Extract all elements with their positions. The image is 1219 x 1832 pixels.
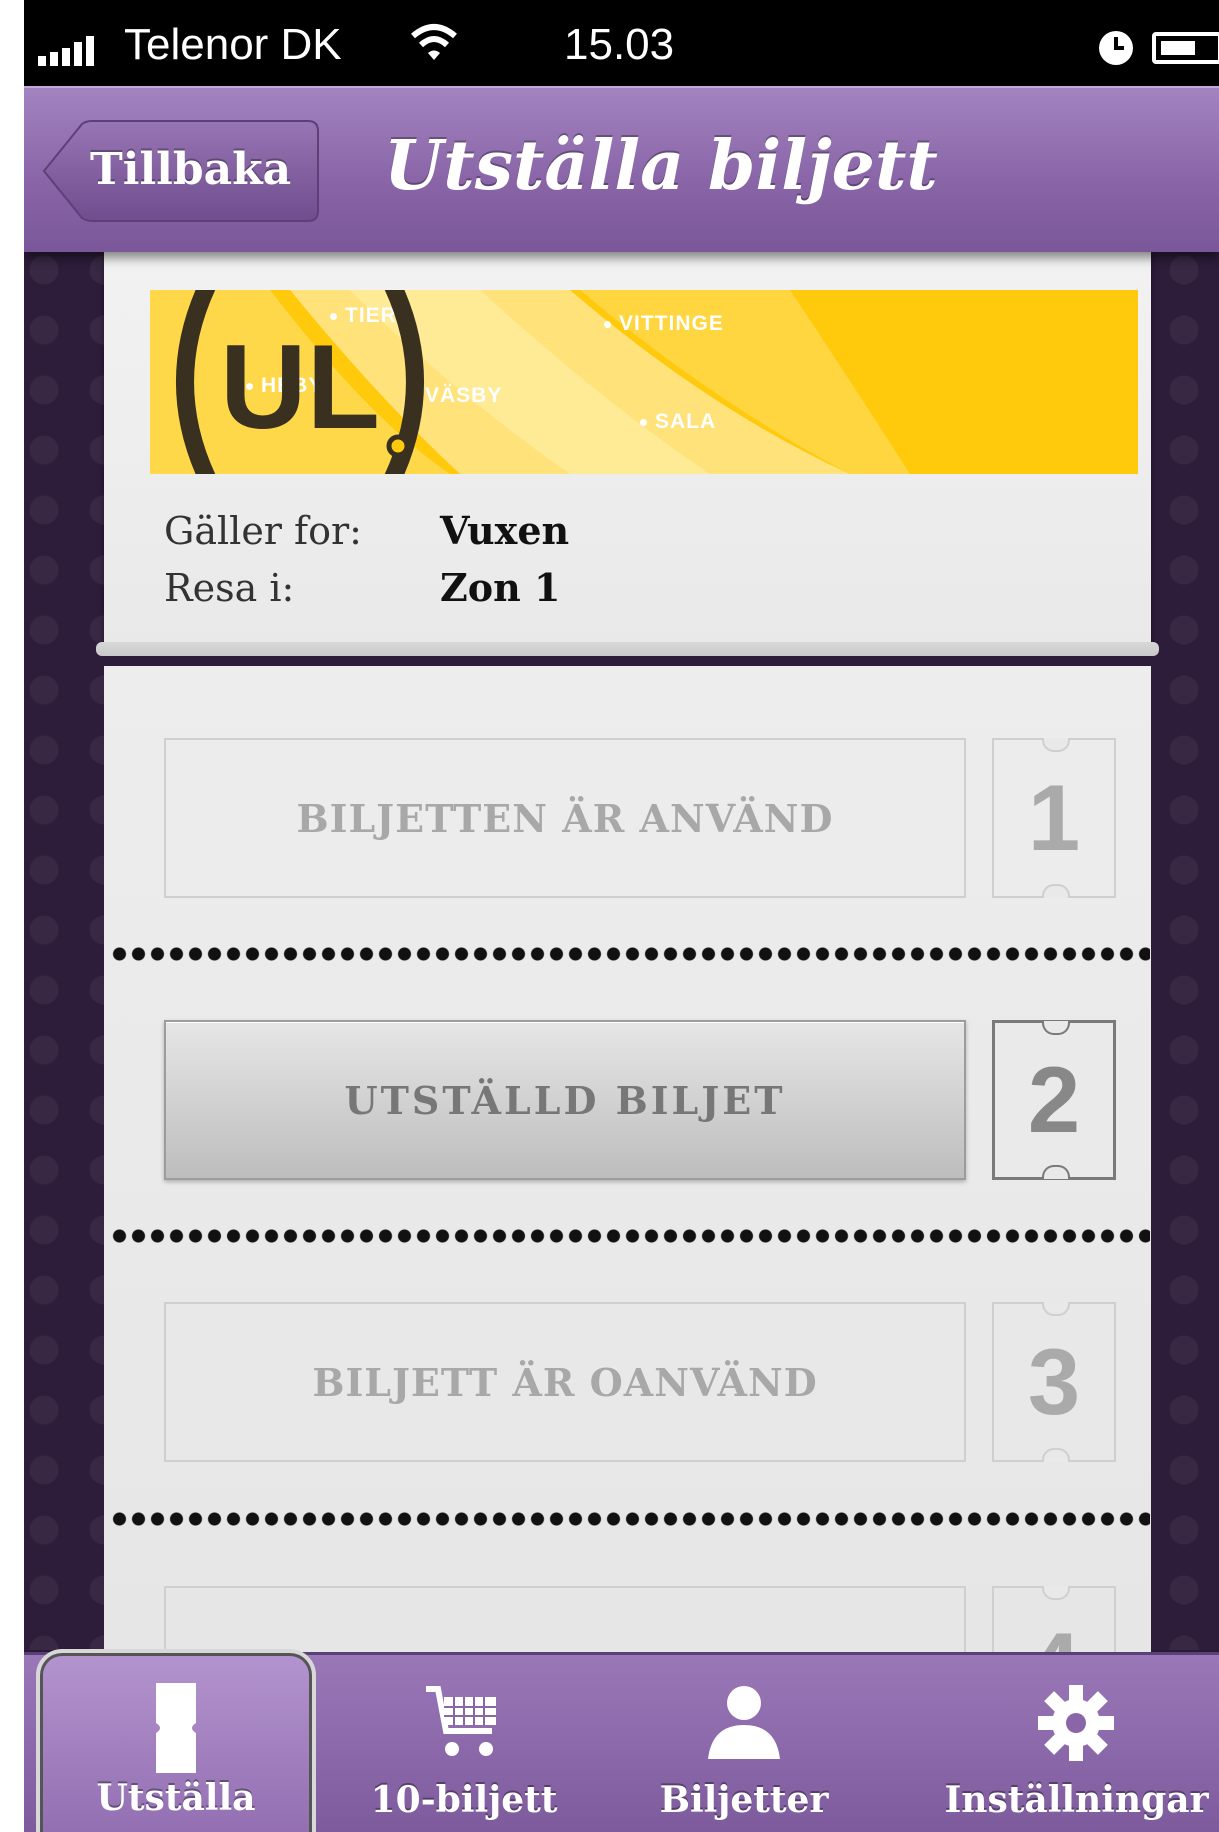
ul-logo: UL xyxy=(176,290,424,474)
tab-label: Biljetter xyxy=(659,1779,829,1821)
alarm-clock-icon xyxy=(1099,31,1133,65)
slot-button-unused[interactable]: BILJETT ÄR OANVÄND xyxy=(164,1302,966,1462)
slot-number: 3 xyxy=(992,1302,1116,1462)
perforation-divider xyxy=(110,1511,1150,1527)
battery-icon xyxy=(1152,32,1219,64)
tab-10-biljett[interactable]: 10-biljett xyxy=(354,1655,574,1832)
ticket-slot: BILJETT ÄR OANVÄND 3 xyxy=(104,1302,1151,1462)
person-icon xyxy=(708,1686,780,1759)
ticket-slot: UTSTÄLLD BILJET 2 xyxy=(104,1020,1151,1180)
ticket-info-label: Gäller for: xyxy=(164,509,362,553)
banner-place: SALA xyxy=(640,410,716,434)
ticket-info-row: Resa i: Zon 1 xyxy=(164,565,560,610)
carrier-name: Telenor DK xyxy=(124,20,342,69)
phone-screen: Telenor DK 15.03 Tillbaka Utställa bilje… xyxy=(24,0,1219,1832)
wifi-icon xyxy=(411,24,457,60)
nav-bar: Tillbaka Utställa biljett xyxy=(24,86,1219,252)
ticket-slot: BILJETTEN ÄR ANVÄND 1 xyxy=(104,738,1151,898)
ticket-slots: BILJETTEN ÄR ANVÄND 1 UTSTÄLLD BILJET 2 … xyxy=(104,666,1151,1746)
tab-bar: Utställa 10-biljett Biljetter Inställnin… xyxy=(24,1649,1219,1832)
slot-button-active[interactable]: UTSTÄLLD BILJET xyxy=(164,1020,966,1180)
slot-number: 2 xyxy=(992,1020,1116,1180)
shopping-cart-icon xyxy=(426,1686,496,1756)
ticket-info-label: Resa i: xyxy=(164,566,295,610)
ticket-icon xyxy=(156,1683,196,1773)
slot-button-used[interactable]: BILJETTEN ÄR ANVÄND xyxy=(164,738,966,898)
ul-banner: TIERP VITTINGE HEBY VÄSBY SALA UL xyxy=(150,290,1138,474)
back-button-label: Tillbaka xyxy=(90,144,292,195)
tab-label: Utställa xyxy=(96,1777,256,1819)
perforation-divider xyxy=(110,946,1150,962)
banner-place: VITTINGE xyxy=(604,312,724,336)
gear-icon xyxy=(1038,1685,1114,1761)
status-time: 15.03 xyxy=(564,20,675,69)
ticket-tear-edge xyxy=(96,642,1159,656)
perforation-divider xyxy=(110,1228,1150,1244)
tab-label: Inställningar xyxy=(944,1779,1209,1821)
tab-installningar[interactable]: Inställningar xyxy=(934,1655,1219,1832)
slot-number: 1 xyxy=(992,738,1116,898)
ticket-header: TIERP VITTINGE HEBY VÄSBY SALA UL Gäller… xyxy=(96,250,1159,656)
status-bar: Telenor DK 15.03 xyxy=(24,0,1219,86)
signal-icon xyxy=(38,36,94,66)
tab-biljetter[interactable]: Biljetter xyxy=(644,1655,844,1832)
ul-logo-text: UL xyxy=(220,320,380,454)
tab-label: 10-biljett xyxy=(370,1779,558,1821)
ticket-info-value: Vuxen xyxy=(440,508,570,553)
tab-utstalla[interactable]: Utställa xyxy=(36,1649,316,1832)
ticket-info-row: Gäller for: Vuxen xyxy=(164,508,569,553)
back-button[interactable]: Tillbaka xyxy=(42,120,320,222)
ticket-info-value: Zon 1 xyxy=(440,565,561,610)
page-title: Utställa biljett xyxy=(384,126,938,206)
